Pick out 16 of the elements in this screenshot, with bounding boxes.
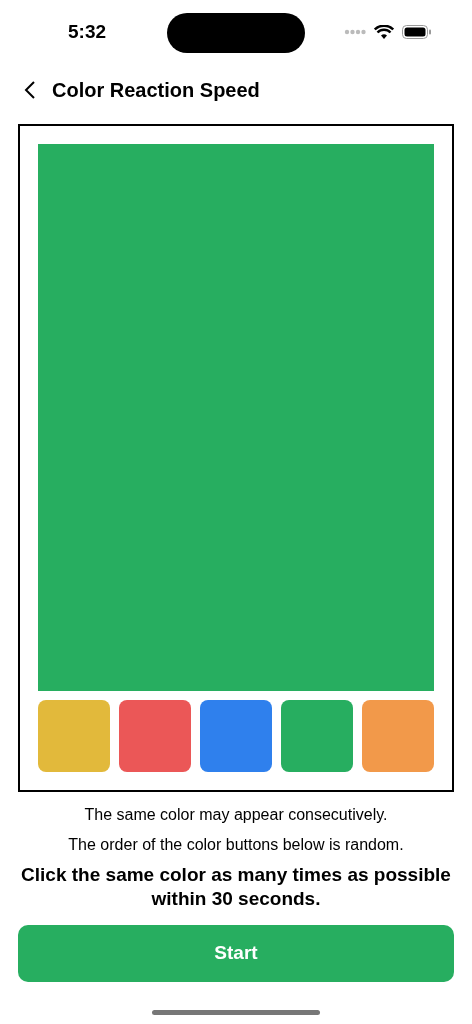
battery-icon — [402, 25, 432, 39]
color-button[interactable] — [200, 700, 272, 772]
color-button[interactable] — [362, 700, 434, 772]
color-button[interactable] — [38, 700, 110, 772]
page-title: Color Reaction Speed — [52, 78, 260, 103]
back-chevron-icon — [24, 80, 36, 100]
note-text: The same color may appear consecutively. — [84, 805, 388, 825]
signal-icon — [344, 29, 366, 35]
instruction-text: Click the same color as many times as possible within 30 seconds. — [20, 863, 452, 911]
wifi-icon — [374, 24, 394, 40]
color-button[interactable] — [119, 700, 191, 772]
color-button[interactable] — [281, 700, 353, 772]
back-button[interactable] — [24, 80, 38, 100]
note-text: The order of the color buttons below is random. — [68, 835, 404, 855]
start-button[interactable]: Start — [18, 925, 454, 982]
status-time: 5:32 — [68, 19, 107, 44]
